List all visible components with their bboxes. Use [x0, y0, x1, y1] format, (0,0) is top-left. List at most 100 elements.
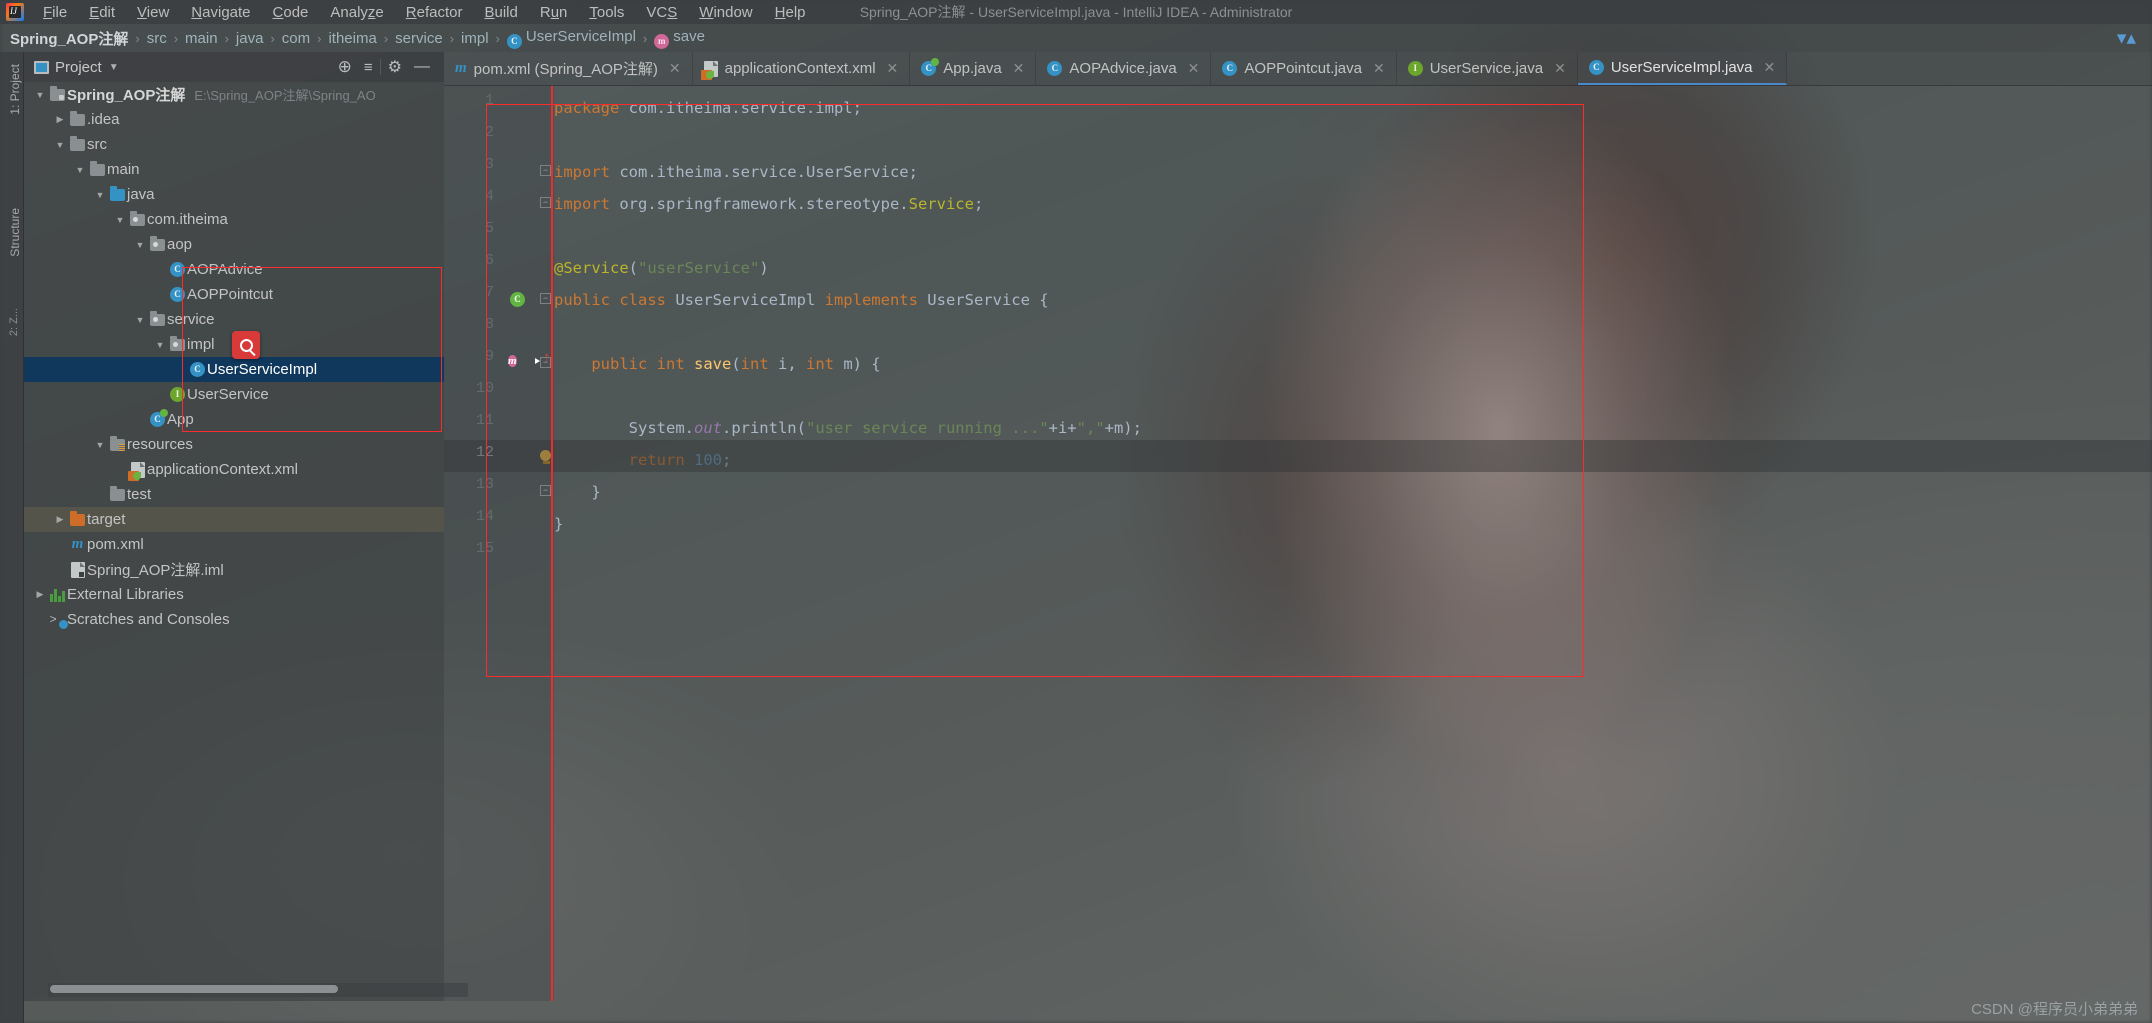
sidebar-tab-z[interactable]: 2: Z... — [4, 302, 24, 342]
menu-window[interactable]: Window — [688, 2, 763, 23]
code-token: out — [693, 419, 722, 437]
tree-expand-arrow[interactable]: ▶ — [32, 589, 48, 600]
chevron-down-icon[interactable]: ▼ — [109, 62, 119, 73]
close-icon[interactable]: ✕ — [1013, 60, 1025, 77]
close-icon[interactable]: ✕ — [887, 60, 899, 77]
tree-item-external-libraries[interactable]: ▶ External Libraries — [24, 582, 444, 607]
menu-edit[interactable]: Edit — [78, 2, 126, 23]
tab-userservice-java[interactable]: I UserService.java ✕ — [1397, 52, 1578, 85]
tree-item-com-itheima[interactable]: ▼ com.itheima — [24, 207, 444, 232]
breadcrumb-item-src[interactable]: src — [147, 30, 167, 47]
code-fold-toggle[interactable]: − — [540, 293, 551, 304]
breadcrumb-item-impl[interactable]: impl — [461, 30, 489, 47]
code-fold-toggle[interactable]: − — [540, 485, 551, 496]
code-token: @Service — [554, 259, 629, 277]
search-icon-badge[interactable] — [232, 331, 260, 359]
close-icon[interactable]: ✕ — [1554, 60, 1566, 77]
hide-panel-icon[interactable]: — — [414, 58, 430, 76]
tree-item-app[interactable]: C App — [24, 407, 444, 432]
tab-userserviceimpl-java[interactable]: C UserServiceImpl.java ✕ — [1577, 52, 1788, 85]
close-icon[interactable]: ✕ — [1188, 60, 1200, 77]
breadcrumb-item-project[interactable]: Spring_AOP注解 — [0, 28, 128, 49]
tree-item-pom-xml[interactable]: m pom.xml — [24, 532, 444, 557]
tree-expand-arrow[interactable]: ▶ — [52, 514, 68, 525]
tree-item-userservice[interactable]: I UserService — [24, 382, 444, 407]
tree-item-test[interactable]: test — [24, 482, 444, 507]
collapse-all-icon[interactable]: ≡ — [364, 59, 373, 76]
breadcrumb-item-main[interactable]: main — [185, 30, 218, 47]
tree-expand-arrow[interactable]: ▼ — [92, 190, 108, 200]
breadcrumb-item-itheima[interactable]: itheima — [328, 30, 376, 47]
tree-expand-arrow[interactable]: ▼ — [112, 215, 128, 225]
project-horizontal-scrollbar[interactable] — [50, 985, 338, 993]
breadcrumb: Spring_AOP注解 › src › main › java › com ›… — [0, 24, 2152, 52]
breadcrumb-item-method[interactable]: m save — [654, 28, 705, 49]
code-text-area[interactable]: package com.itheima.service.impl; import … — [554, 86, 2152, 1001]
line-number: 11 — [475, 412, 494, 429]
breadcrumb-item-com[interactable]: com — [282, 30, 310, 47]
tree-item-service[interactable]: ▼ service — [24, 307, 444, 332]
breadcrumb-item-java[interactable]: java — [236, 30, 264, 47]
menu-view[interactable]: View — [126, 2, 180, 23]
tree-item-applicationcontext-xml[interactable]: applicationContext.xml — [24, 457, 444, 482]
tree-item-spring-aop-[interactable]: ▼ Spring_AOP注解 E:\Spring_AOP注解\Spring_AO — [24, 82, 444, 107]
editor-gutter[interactable]: 1 2 3 4 5 6 7 8 9 10 11 12 13 14 15 Cm ↑ − − − − − — [444, 86, 554, 1001]
tree-item-main[interactable]: ▼ main — [24, 157, 444, 182]
menu-file[interactable]: File — [32, 2, 78, 23]
menu-navigate[interactable]: Navigate — [180, 2, 261, 23]
tab-aopadvice-java[interactable]: C AOPAdvice.java ✕ — [1036, 52, 1212, 85]
breadcrumb-item-class[interactable]: C UserServiceImpl — [506, 28, 636, 49]
close-icon[interactable]: ✕ — [1373, 60, 1385, 77]
tree-expand-arrow[interactable]: ▼ — [92, 440, 108, 450]
locate-icon[interactable]: ⊕ — [338, 57, 352, 77]
tab-aoppointcut-java[interactable]: C AOPPointcut.java ✕ — [1211, 52, 1397, 85]
menu-build[interactable]: Build — [473, 2, 528, 23]
tree-item-java[interactable]: ▼ java — [24, 182, 444, 207]
tree-expand-arrow[interactable]: ▼ — [52, 140, 68, 150]
sidebar-tab-structure[interactable]: Structure — [4, 202, 26, 263]
menu-analyze[interactable]: Analyze — [319, 2, 394, 23]
code-token: System. — [554, 419, 694, 437]
tree-item-userserviceimpl[interactable]: C UserServiceImpl — [24, 357, 444, 382]
settings-gear-icon[interactable]: ⚙ — [388, 57, 402, 77]
menu-run[interactable]: Run — [529, 2, 579, 23]
tree-item--idea[interactable]: ▶ .idea — [24, 107, 444, 132]
method-gutter-icon[interactable]: m — [508, 351, 517, 370]
tree-expand-arrow[interactable]: ▼ — [32, 90, 48, 100]
breadcrumb-item-service[interactable]: service — [395, 30, 443, 47]
tree-expand-arrow[interactable]: ▼ — [132, 315, 148, 325]
spring-bean-gutter-icon[interactable]: C — [510, 289, 525, 307]
menu-help[interactable]: Help — [764, 2, 817, 23]
tree-item-aop[interactable]: ▼ aop — [24, 232, 444, 257]
folder-icon — [90, 160, 105, 176]
menu-vcs[interactable]: VCS — [635, 2, 688, 23]
tree-item-label: test — [127, 486, 152, 503]
menu-refactor[interactable]: Refactor — [395, 2, 474, 23]
close-icon[interactable]: ✕ — [1764, 59, 1776, 76]
tree-item-spring-aop-iml[interactable]: Spring_AOP注解.iml — [24, 557, 444, 582]
project-tree[interactable]: ▼ Spring_AOP注解 E:\Spring_AOP注解\Spring_AO ▶.… — [24, 82, 444, 987]
tree-item-aoppointcut[interactable]: C AOPPointcut — [24, 282, 444, 307]
close-icon[interactable]: ✕ — [669, 60, 681, 77]
chevron-collapse-icon[interactable]: ▾▴ — [2117, 27, 2136, 50]
tab-pom-xml[interactable]: m pom.xml (Spring_AOP注解) ✕ — [444, 52, 693, 85]
sidebar-tab-project[interactable]: 1: Project — [4, 58, 26, 121]
tree-expand-arrow[interactable]: ▼ — [132, 240, 148, 250]
code-token: com.itheima.service.impl; — [628, 99, 862, 117]
tree-expand-arrow[interactable]: ▶ — [52, 114, 68, 125]
code-editor[interactable]: 1 2 3 4 5 6 7 8 9 10 11 12 13 14 15 Cm ↑ − − − − − package co… — [444, 86, 2152, 1001]
menu-tools[interactable]: Tools — [578, 2, 635, 23]
tree-item-target[interactable]: ▶ target — [24, 507, 444, 532]
tab-app-java[interactable]: C App.java ✕ — [910, 52, 1037, 85]
tree-item-scratches-and-consoles[interactable]: > Scratches and Consoles — [24, 607, 444, 632]
code-fold-toggle[interactable]: − — [540, 165, 551, 176]
code-fold-toggle[interactable]: − — [540, 357, 551, 368]
tree-item-resources[interactable]: ▼ resources — [24, 432, 444, 457]
tab-application-context-xml[interactable]: applicationContext.xml ✕ — [693, 52, 911, 85]
tree-expand-arrow[interactable]: ▼ — [72, 165, 88, 175]
tree-item-src[interactable]: ▼ src — [24, 132, 444, 157]
tree-item-aopadvice[interactable]: C AOPAdvice — [24, 257, 444, 282]
menu-code[interactable]: Code — [262, 2, 320, 23]
code-fold-toggle[interactable]: − — [540, 197, 551, 208]
tree-expand-arrow[interactable]: ▼ — [152, 340, 168, 350]
